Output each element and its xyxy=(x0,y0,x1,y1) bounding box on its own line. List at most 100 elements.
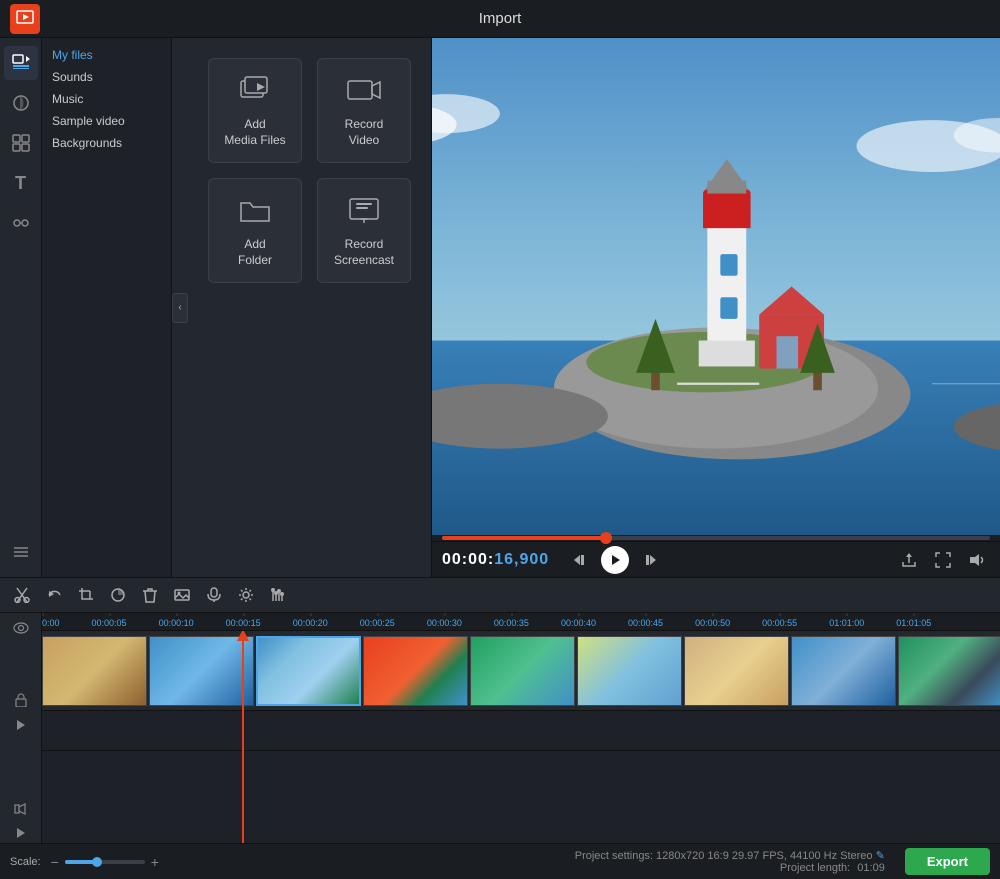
project-length-row: Project length: 01:09 xyxy=(169,862,885,874)
export-button[interactable]: Export xyxy=(905,848,990,875)
thumbnail-9[interactable] xyxy=(898,636,1000,706)
time-display: 00:00:16,900 xyxy=(442,551,549,569)
ruler-mark-2: 00:00:10 xyxy=(159,618,194,628)
import-panel: My files Sounds Music Sample video Backg… xyxy=(42,38,432,577)
sidebar-item-transitions[interactable] xyxy=(4,206,38,240)
scale-plus-icon: + xyxy=(151,854,159,870)
timeline-eye-button[interactable] xyxy=(6,618,36,638)
timeline-arrow-right-2[interactable] xyxy=(6,823,36,843)
sidebar-item-filters[interactable] xyxy=(4,126,38,160)
file-tree-item-sounds[interactable]: Sounds xyxy=(42,66,171,88)
skip-back-button[interactable] xyxy=(567,547,593,573)
add-folder-button[interactable]: AddFolder xyxy=(208,178,302,283)
arrow-right-2-icon xyxy=(14,826,28,840)
progress-track[interactable] xyxy=(442,536,990,540)
more-icon xyxy=(12,543,30,561)
file-tree-item-sample-video[interactable]: Sample video xyxy=(42,110,171,132)
scale-minus-icon: − xyxy=(51,854,59,870)
file-tree-item-backgrounds[interactable]: Backgrounds xyxy=(42,132,171,154)
sidebar-item-effects[interactable] xyxy=(4,86,38,120)
thumbnail-6[interactable] xyxy=(577,636,682,706)
equalizer-tool[interactable] xyxy=(264,581,292,609)
ruler-mark-7: 00:00:35 xyxy=(494,618,529,628)
undo-icon xyxy=(46,587,62,603)
ruler-mark-10: 00:00:50 xyxy=(695,618,730,628)
audio-tool[interactable] xyxy=(200,581,228,609)
skip-back-icon xyxy=(573,553,587,567)
scale-label: Scale: xyxy=(10,856,41,868)
preview-scene xyxy=(432,38,1000,535)
collapse-panel-button[interactable]: ‹ xyxy=(172,293,188,323)
progress-bar-area[interactable] xyxy=(432,535,1000,541)
thumbnail-5[interactable] xyxy=(470,636,575,706)
add-media-files-button[interactable]: AddMedia Files xyxy=(208,58,302,163)
timeline-main: 00:00:00 00:00:05 00:00:10 00:00:15 00:0… xyxy=(42,613,1000,843)
thumbnail-1[interactable] xyxy=(42,636,147,706)
filters-icon xyxy=(12,134,30,152)
record-video-label: RecordVideo xyxy=(345,117,384,148)
thumbnail-2[interactable] xyxy=(149,636,254,706)
left-sidebar: T xyxy=(0,38,42,577)
time-bold: 16,900 xyxy=(494,551,549,568)
delete-tool[interactable] xyxy=(136,581,164,609)
fullscreen-button[interactable] xyxy=(930,547,956,573)
share-button[interactable] xyxy=(896,547,922,573)
progress-thumb[interactable] xyxy=(600,532,612,544)
scale-thumb[interactable] xyxy=(92,857,102,867)
crop-tool[interactable] xyxy=(72,581,100,609)
undo-tool[interactable] xyxy=(40,581,68,609)
skip-forward-button[interactable] xyxy=(637,547,663,573)
ruler-mark-8: 00:00:40 xyxy=(561,618,596,628)
color-tool[interactable] xyxy=(104,581,132,609)
audio-track xyxy=(42,711,1000,751)
scale-track[interactable] xyxy=(65,860,145,864)
project-length-label: Project length: xyxy=(780,862,850,874)
timeline-lock-button[interactable] xyxy=(6,690,36,710)
sidebar-item-import[interactable] xyxy=(4,46,38,80)
preview-video xyxy=(432,38,1000,535)
sidebar-item-more[interactable] xyxy=(4,535,38,569)
timeline-arrow-right[interactable] xyxy=(6,715,36,735)
record-video-button[interactable]: RecordVideo xyxy=(317,58,411,163)
cut-icon xyxy=(14,587,30,603)
time-prefix: 00:00: xyxy=(442,551,494,568)
file-tree-item-my-files[interactable]: My files xyxy=(42,44,171,66)
timeline-audio-btn[interactable] xyxy=(6,798,36,818)
ruler-mark-0: 00:00:00 xyxy=(42,618,60,628)
titles-icon: T xyxy=(15,173,26,194)
mic-icon xyxy=(206,587,222,603)
audio-track-icon xyxy=(14,802,28,816)
ruler-mark-1: 00:00:05 xyxy=(92,618,127,628)
settings-tool[interactable] xyxy=(232,581,260,609)
ruler-mark-11: 00:00:55 xyxy=(762,618,797,628)
volume-icon xyxy=(969,552,985,568)
share-icon xyxy=(901,552,917,568)
crop-icon xyxy=(78,587,94,603)
top-bar: Import xyxy=(0,0,1000,38)
ruler-mark-3: 00:00:15 xyxy=(226,618,261,628)
ruler-mark-6: 00:00:30 xyxy=(427,618,462,628)
cut-tool[interactable] xyxy=(8,581,36,609)
image-icon xyxy=(174,587,190,603)
play-button[interactable] xyxy=(601,546,629,574)
image-tool[interactable] xyxy=(168,581,196,609)
app-title: Import xyxy=(50,10,950,27)
fullscreen-icon xyxy=(935,552,951,568)
thumbnail-7[interactable] xyxy=(684,636,789,706)
edit-settings-icon[interactable]: ✎ xyxy=(876,850,885,862)
ruler-mark-13: 01:01:05 xyxy=(896,618,931,628)
project-info: Project settings: 1280x720 16:9 29.97 FP… xyxy=(169,849,895,874)
thumbnail-8[interactable] xyxy=(791,636,896,706)
project-length-value: 01:09 xyxy=(857,862,885,874)
content-area: My files Sounds Music Sample video Backg… xyxy=(42,38,1000,577)
skip-forward-icon xyxy=(643,553,657,567)
music-track xyxy=(42,751,1000,801)
thumbnail-4[interactable] xyxy=(363,636,468,706)
volume-button[interactable] xyxy=(964,547,990,573)
file-tree-item-music[interactable]: Music xyxy=(42,88,171,110)
sidebar-item-titles[interactable]: T xyxy=(4,166,38,200)
thumbnail-3[interactable] xyxy=(256,636,361,706)
record-screencast-button[interactable]: RecordScreencast xyxy=(317,178,411,283)
ruler-mark-12: 01:01:00 xyxy=(829,618,864,628)
eye-icon xyxy=(13,622,29,634)
